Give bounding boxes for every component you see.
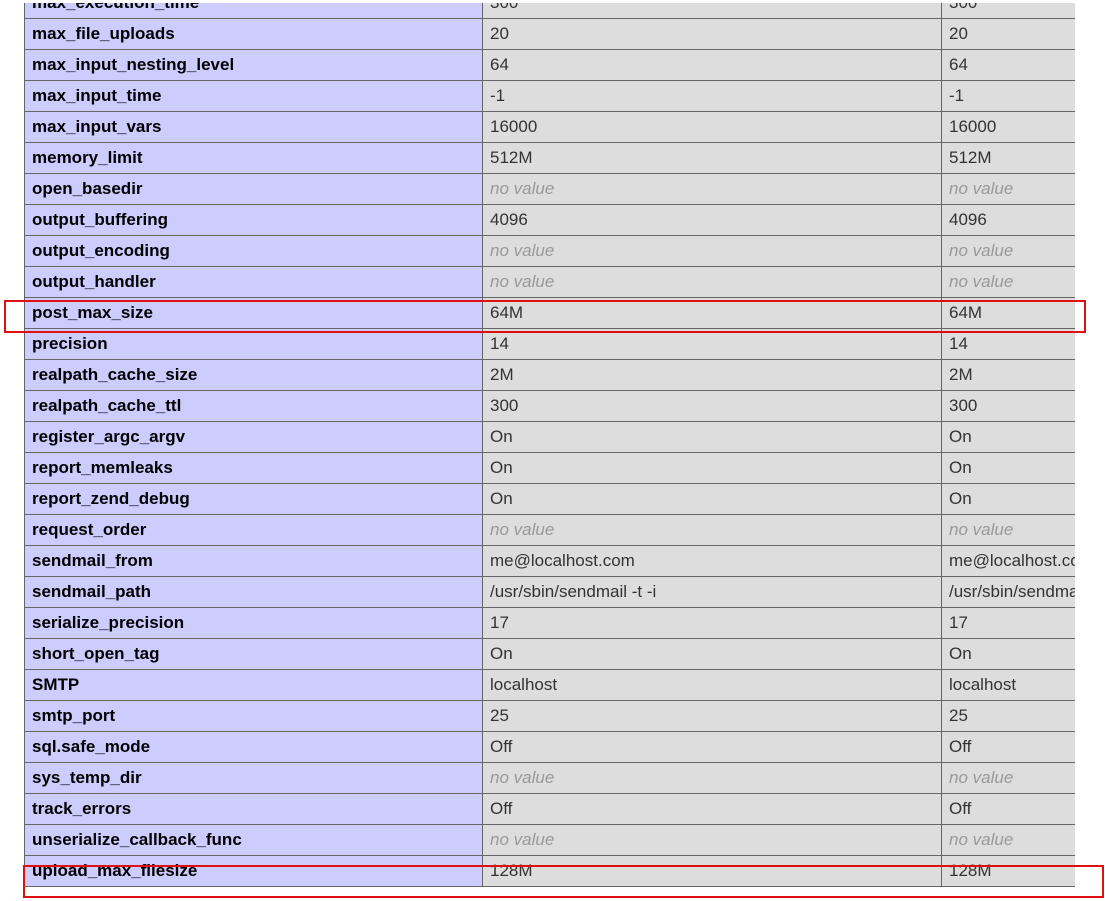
local-value-cell: no value: [482, 235, 942, 267]
table-row: smtp_port 25 25: [24, 700, 1105, 732]
table-row: max_input_time -1 -1: [24, 80, 1105, 112]
local-value-cell: 16000: [482, 111, 942, 143]
table-row: SMTP localhost localhost: [24, 669, 1105, 701]
local-value-cell: /usr/sbin/sendmail -t -i: [482, 576, 942, 608]
directive-name-cell: output_encoding: [24, 235, 483, 267]
directive-name-cell: smtp_port: [24, 700, 483, 732]
local-value-cell: me@localhost.com: [482, 545, 942, 577]
table-row: track_errors Off Off: [24, 793, 1105, 825]
directive-name-cell: upload_max_filesize: [24, 855, 483, 887]
local-value-cell: no value: [482, 824, 942, 856]
local-value-cell: 128M: [482, 855, 942, 887]
top-edge: [0, 0, 1105, 3]
local-value-cell: no value: [482, 514, 942, 546]
local-value-cell: 512M: [482, 142, 942, 174]
local-value-cell: On: [482, 452, 942, 484]
phpinfo-viewport: max_execution_time 300 300 max_file_uplo…: [0, 0, 1105, 901]
directive-name-cell: output_handler: [24, 266, 483, 298]
local-value-cell: -1: [482, 80, 942, 112]
local-value-cell: 2M: [482, 359, 942, 391]
local-value-cell: On: [482, 421, 942, 453]
table-row: memory_limit 512M 512M: [24, 142, 1105, 174]
directive-name-cell: realpath_cache_ttl: [24, 390, 483, 422]
local-value-cell: 14: [482, 328, 942, 360]
directive-name-cell: sendmail_from: [24, 545, 483, 577]
directive-name-cell: open_basedir: [24, 173, 483, 205]
directive-name-cell: sendmail_path: [24, 576, 483, 608]
directive-name-cell: report_memleaks: [24, 452, 483, 484]
table-row: short_open_tag On On: [24, 638, 1105, 670]
local-value-cell: no value: [482, 173, 942, 205]
directive-name-cell: max_file_uploads: [24, 18, 483, 50]
table-row: max_input_nesting_level 64 64: [24, 49, 1105, 81]
php-directives-table: max_execution_time 300 300 max_file_uplo…: [24, 0, 1105, 887]
directive-name-cell: track_errors: [24, 793, 483, 825]
directive-name-cell: max_input_nesting_level: [24, 49, 483, 81]
table-row: sql.safe_mode Off Off: [24, 731, 1105, 763]
table-row: open_basedir no value no value: [24, 173, 1105, 205]
table-row: sys_temp_dir no value no value: [24, 762, 1105, 794]
local-value-cell: Off: [482, 731, 942, 763]
table-row: unserialize_callback_func no value no va…: [24, 824, 1105, 856]
directive-name-cell: memory_limit: [24, 142, 483, 174]
table-row: post_max_size 64M 64M: [24, 297, 1105, 329]
local-value-cell: On: [482, 638, 942, 670]
table-row: sendmail_from me@localhost.com me@localh…: [24, 545, 1105, 577]
table-row: realpath_cache_size 2M 2M: [24, 359, 1105, 391]
local-value-cell: On: [482, 483, 942, 515]
table-row: report_zend_debug On On: [24, 483, 1105, 515]
directive-name-cell: register_argc_argv: [24, 421, 483, 453]
directive-name-cell: short_open_tag: [24, 638, 483, 670]
table-row: precision 14 14: [24, 328, 1105, 360]
table-row: report_memleaks On On: [24, 452, 1105, 484]
table-row: upload_max_filesize 128M 128M: [24, 855, 1105, 887]
table-row: request_order no value no value: [24, 514, 1105, 546]
directive-name-cell: unserialize_callback_func: [24, 824, 483, 856]
table-row: sendmail_path /usr/sbin/sendmail -t -i /…: [24, 576, 1105, 608]
directive-name-cell: request_order: [24, 514, 483, 546]
directive-name-cell: serialize_precision: [24, 607, 483, 639]
local-value-cell: no value: [482, 266, 942, 298]
local-value-cell: 64: [482, 49, 942, 81]
table-row: max_file_uploads 20 20: [24, 18, 1105, 50]
table-row: output_encoding no value no value: [24, 235, 1105, 267]
directive-name-cell: max_input_time: [24, 80, 483, 112]
local-value-cell: 300: [482, 390, 942, 422]
local-value-cell: 4096: [482, 204, 942, 236]
local-value-cell: 25: [482, 700, 942, 732]
table-row: output_handler no value no value: [24, 266, 1105, 298]
local-value-cell: no value: [482, 762, 942, 794]
table-row: realpath_cache_ttl 300 300: [24, 390, 1105, 422]
directive-name-cell: max_input_vars: [24, 111, 483, 143]
directive-name-cell: realpath_cache_size: [24, 359, 483, 391]
table-row: register_argc_argv On On: [24, 421, 1105, 453]
directive-name-cell: post_max_size: [24, 297, 483, 329]
table-row: max_input_vars 16000 16000: [24, 111, 1105, 143]
local-value-cell: Off: [482, 793, 942, 825]
table-row: serialize_precision 17 17: [24, 607, 1105, 639]
directive-name-cell: output_buffering: [24, 204, 483, 236]
local-value-cell: 20: [482, 18, 942, 50]
directive-name-cell: sql.safe_mode: [24, 731, 483, 763]
local-value-cell: 17: [482, 607, 942, 639]
directive-name-cell: SMTP: [24, 669, 483, 701]
directive-name-cell: precision: [24, 328, 483, 360]
local-value-cell: 64M: [482, 297, 942, 329]
table-row: output_buffering 4096 4096: [24, 204, 1105, 236]
directive-name-cell: sys_temp_dir: [24, 762, 483, 794]
local-value-cell: localhost: [482, 669, 942, 701]
directives-table-body: max_execution_time 300 300 max_file_uplo…: [24, 0, 1105, 887]
right-edge: [1075, 0, 1105, 901]
directive-name-cell: report_zend_debug: [24, 483, 483, 515]
